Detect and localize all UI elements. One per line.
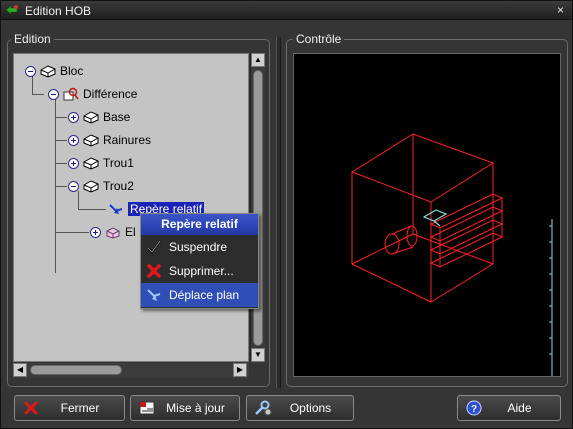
tree-connector bbox=[55, 117, 67, 118]
title-bar[interactable]: Edition HOB × bbox=[1, 1, 572, 20]
solid-block-icon bbox=[40, 65, 56, 78]
fermer-button[interactable]: Fermer bbox=[14, 395, 125, 421]
solid-block-icon bbox=[83, 134, 99, 147]
element-icon bbox=[106, 227, 120, 239]
solid-block-icon bbox=[83, 111, 99, 124]
menu-item-label: Supprimer... bbox=[169, 264, 234, 278]
checkmark-icon bbox=[145, 238, 163, 256]
mise-a-jour-button[interactable]: Mise à jour bbox=[130, 395, 240, 421]
menu-item-label: Déplace plan bbox=[169, 288, 240, 302]
scroll-right-icon[interactable]: ▶ bbox=[233, 363, 247, 377]
update-icon bbox=[138, 399, 156, 417]
tree-node-label: Base bbox=[103, 110, 131, 124]
tree-node-label: El bbox=[125, 225, 136, 239]
tree-node-label: Trou1 bbox=[103, 156, 134, 170]
tree-node-difference[interactable]: Différence bbox=[48, 85, 137, 103]
edition-hob-window: Edition HOB × Edition Contrôle Bloc Diff… bbox=[0, 0, 573, 429]
tree-connector bbox=[55, 140, 67, 141]
scroll-left-icon[interactable]: ◀ bbox=[13, 363, 27, 377]
aide-button[interactable]: ? Aide bbox=[457, 395, 561, 421]
3d-viewport[interactable] bbox=[293, 53, 561, 377]
red-x-icon bbox=[22, 399, 40, 417]
tree-node-rainures[interactable]: Rainures bbox=[68, 131, 151, 149]
red-x-icon bbox=[145, 262, 163, 280]
menu-item-suspendre[interactable]: Suspendre bbox=[141, 235, 258, 259]
relative-frame-icon bbox=[109, 204, 123, 214]
feature-tree[interactable]: Bloc Différence Base Rainures Trou1 Trou… bbox=[13, 53, 249, 362]
tree-node-label: Trou2 bbox=[103, 179, 134, 193]
tree-node-bloc[interactable]: Bloc bbox=[25, 62, 83, 80]
move-plane-icon bbox=[145, 286, 163, 304]
scroll-down-icon[interactable]: ▼ bbox=[251, 348, 265, 362]
scroll-thumb[interactable] bbox=[30, 365, 122, 375]
scroll-up-icon[interactable]: ▲ bbox=[251, 53, 265, 67]
solid-block-icon bbox=[83, 157, 99, 170]
context-menu: Repère relatif Suspendre Supprimer... Dé… bbox=[140, 213, 259, 309]
tree-vertical-scrollbar[interactable]: ▲ ▼ bbox=[250, 53, 265, 362]
tree-connector bbox=[78, 209, 106, 210]
collapse-toggle[interactable] bbox=[48, 88, 59, 100]
options-button[interactable]: Options bbox=[246, 395, 354, 421]
fermer-button-label: Fermer bbox=[60, 401, 100, 415]
tree-connector bbox=[55, 232, 89, 233]
help-icon: ? bbox=[465, 399, 483, 417]
tree-node-label: Bloc bbox=[60, 64, 84, 78]
tree-node-label: Différence bbox=[83, 87, 138, 101]
tree-connector bbox=[32, 94, 44, 95]
close-icon[interactable]: × bbox=[553, 3, 568, 17]
tree-node-base[interactable]: Base bbox=[68, 108, 130, 126]
context-menu-header: Repère relatif bbox=[141, 214, 258, 235]
window-title: Edition HOB bbox=[25, 4, 92, 18]
tree-connector bbox=[55, 186, 67, 187]
menu-item-label: Suspendre bbox=[169, 240, 228, 254]
collapse-toggle[interactable] bbox=[25, 65, 36, 77]
solid-block-icon bbox=[83, 180, 99, 193]
options-button-label: Options bbox=[289, 401, 332, 415]
aide-button-label: Aide bbox=[507, 401, 532, 415]
svg-text:?: ? bbox=[471, 404, 477, 415]
expand-toggle[interactable] bbox=[68, 157, 79, 169]
expand-toggle[interactable] bbox=[90, 226, 101, 238]
options-icon bbox=[254, 399, 272, 417]
mise-a-jour-button-label: Mise à jour bbox=[166, 401, 225, 415]
tree-node-trou1[interactable]: Trou1 bbox=[68, 154, 134, 172]
controle-group-label: Contrôle bbox=[293, 32, 345, 46]
expand-toggle[interactable] bbox=[68, 111, 79, 123]
edition-group-label: Edition bbox=[11, 32, 54, 46]
wireframe-drawing bbox=[350, 133, 553, 376]
tree-connector bbox=[55, 163, 67, 164]
menu-item-deplace-plan[interactable]: Déplace plan bbox=[141, 283, 258, 307]
difference-icon bbox=[63, 87, 79, 101]
tree-node-el[interactable]: El bbox=[90, 223, 136, 241]
collapse-toggle[interactable] bbox=[68, 180, 79, 192]
tree-node-trou2[interactable]: Trou2 bbox=[68, 177, 134, 195]
expand-toggle[interactable] bbox=[68, 134, 79, 146]
menu-item-supprimer[interactable]: Supprimer... bbox=[141, 259, 258, 283]
tree-horizontal-scrollbar[interactable]: ◀ ▶ bbox=[13, 363, 249, 378]
panel-splitter[interactable] bbox=[276, 37, 281, 388]
tree-node-label: Rainures bbox=[103, 133, 152, 147]
app-icon bbox=[5, 5, 18, 15]
